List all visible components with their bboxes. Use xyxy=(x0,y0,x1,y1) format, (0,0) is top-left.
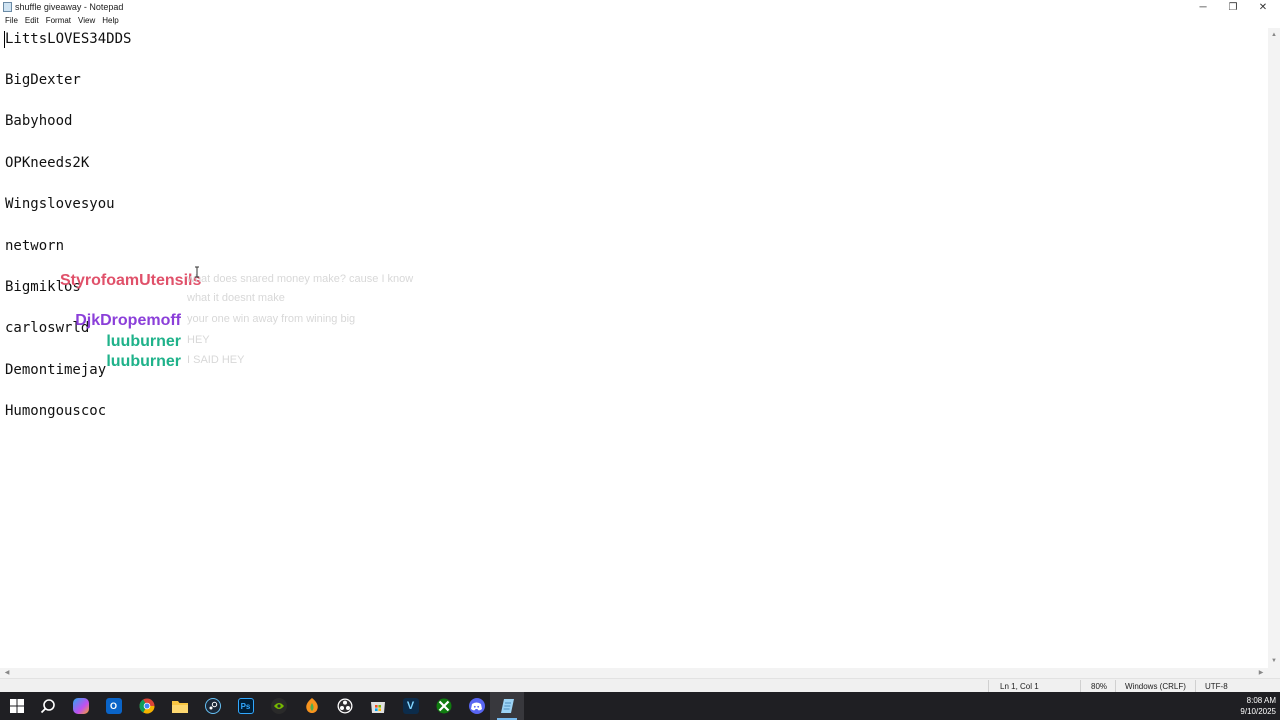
scroll-left-icon[interactable]: ◀ xyxy=(2,668,12,678)
chrome-button[interactable] xyxy=(130,692,163,720)
horizontal-scrollbar[interactable]: ◀ ▶ xyxy=(0,668,1268,678)
obs-button[interactable] xyxy=(328,692,361,720)
outlook-button[interactable]: O xyxy=(97,692,130,720)
window-title: shuffle giveaway - Notepad xyxy=(15,2,124,12)
outlook-icon: O xyxy=(105,698,122,714)
status-bar: Ln 1, Col 1 80% Windows (CRLF) UTF-8 xyxy=(0,678,1280,692)
text-editor[interactable] xyxy=(0,28,1268,668)
clock-date: 9/10/2025 xyxy=(1240,707,1276,716)
title-bar: shuffle giveaway - Notepad ─ ❐ ✕ xyxy=(0,0,1280,15)
fl-studio-icon xyxy=(305,698,318,713)
copilot-button[interactable] xyxy=(64,692,97,720)
restore-button[interactable]: ❐ xyxy=(1218,0,1248,15)
scrollbar-corner xyxy=(1268,668,1280,678)
text-line[interactable]: Humongouscoc xyxy=(5,403,106,419)
text-line[interactable]: networn xyxy=(5,238,64,254)
xbox-icon xyxy=(436,698,451,714)
chat-message: I SAID HEY xyxy=(187,354,245,366)
menu-help[interactable]: Help xyxy=(99,15,122,28)
menu-file[interactable]: File xyxy=(2,15,22,28)
chat-username: luuburner xyxy=(106,353,181,370)
vegas-icon: V xyxy=(402,698,419,714)
system-clock[interactable]: 8:08 AM 9/10/2025 xyxy=(1240,695,1276,717)
start-button[interactable] xyxy=(0,692,33,720)
taskbar: O Ps V 8:08 AM 9/10/2025 xyxy=(0,692,1280,720)
menu-format[interactable]: Format xyxy=(43,15,75,28)
notepad-icon xyxy=(500,699,514,713)
status-divider xyxy=(988,680,989,692)
status-divider xyxy=(1080,680,1081,692)
copilot-icon xyxy=(72,698,89,714)
steam-icon xyxy=(204,698,221,714)
chat-username: StyrofoamUtensils xyxy=(60,272,202,289)
menu-view[interactable]: View xyxy=(75,15,99,28)
menu-bar: File Edit Format View Help xyxy=(0,15,1280,28)
notepad-app-icon xyxy=(3,2,12,12)
photoshop-button[interactable]: Ps xyxy=(229,692,262,720)
encoding: UTF-8 xyxy=(1205,682,1228,691)
vertical-scrollbar[interactable]: ▲ ▼ xyxy=(1268,28,1280,668)
discord-button[interactable] xyxy=(460,692,493,720)
search-button[interactable] xyxy=(31,692,64,720)
text-line[interactable]: OPKneeds2K xyxy=(5,155,89,171)
chrome-icon xyxy=(139,698,154,714)
chat-message: your one win away from wining big xyxy=(187,313,356,325)
discord-icon xyxy=(468,698,485,714)
status-divider xyxy=(1195,680,1196,692)
ibeam-cursor-icon xyxy=(195,266,199,278)
line-ending: Windows (CRLF) xyxy=(1125,682,1186,691)
status-divider xyxy=(1115,680,1116,692)
text-line[interactable]: Babyhood xyxy=(5,113,72,129)
xbox-button[interactable] xyxy=(427,692,460,720)
chat-message-continued: what it doesnt make xyxy=(187,292,285,304)
zoom-level: 80% xyxy=(1091,682,1108,691)
windows-start-icon xyxy=(9,699,24,713)
scroll-down-icon[interactable]: ▼ xyxy=(1268,656,1280,666)
store-icon xyxy=(370,702,385,713)
nvidia-icon xyxy=(270,698,287,714)
steam-button[interactable] xyxy=(196,692,229,720)
close-button[interactable]: ✕ xyxy=(1248,0,1278,15)
menu-edit[interactable]: Edit xyxy=(22,15,43,28)
scroll-up-icon[interactable]: ▲ xyxy=(1268,30,1280,40)
clock-time: 8:08 AM xyxy=(1246,696,1276,705)
search-icon xyxy=(40,699,55,714)
vegas-button[interactable]: V xyxy=(394,692,427,720)
text-line[interactable]: BigDexter xyxy=(5,72,81,88)
file-explorer-button[interactable] xyxy=(163,692,196,720)
text-line[interactable]: Wingslovesyou xyxy=(5,196,115,212)
microsoft-store-button[interactable] xyxy=(361,692,394,720)
scroll-right-icon[interactable]: ▶ xyxy=(1256,668,1266,678)
nvidia-button[interactable] xyxy=(262,692,295,720)
chat-message: HEY xyxy=(187,334,210,346)
chat-username: DjkDropemoff xyxy=(75,312,181,329)
fl-studio-button[interactable] xyxy=(295,692,328,720)
photoshop-icon: Ps xyxy=(237,698,254,714)
minimize-button[interactable]: ─ xyxy=(1188,0,1218,15)
cursor-position: Ln 1, Col 1 xyxy=(1000,682,1039,691)
chat-message: what does snared money make? cause I kno… xyxy=(187,273,414,285)
folder-icon xyxy=(171,701,188,713)
chat-username: luuburner xyxy=(106,333,181,350)
notepad-button[interactable] xyxy=(491,692,524,720)
text-line[interactable]: LittsLOVES34DDS xyxy=(5,31,131,47)
obs-icon xyxy=(337,698,352,714)
